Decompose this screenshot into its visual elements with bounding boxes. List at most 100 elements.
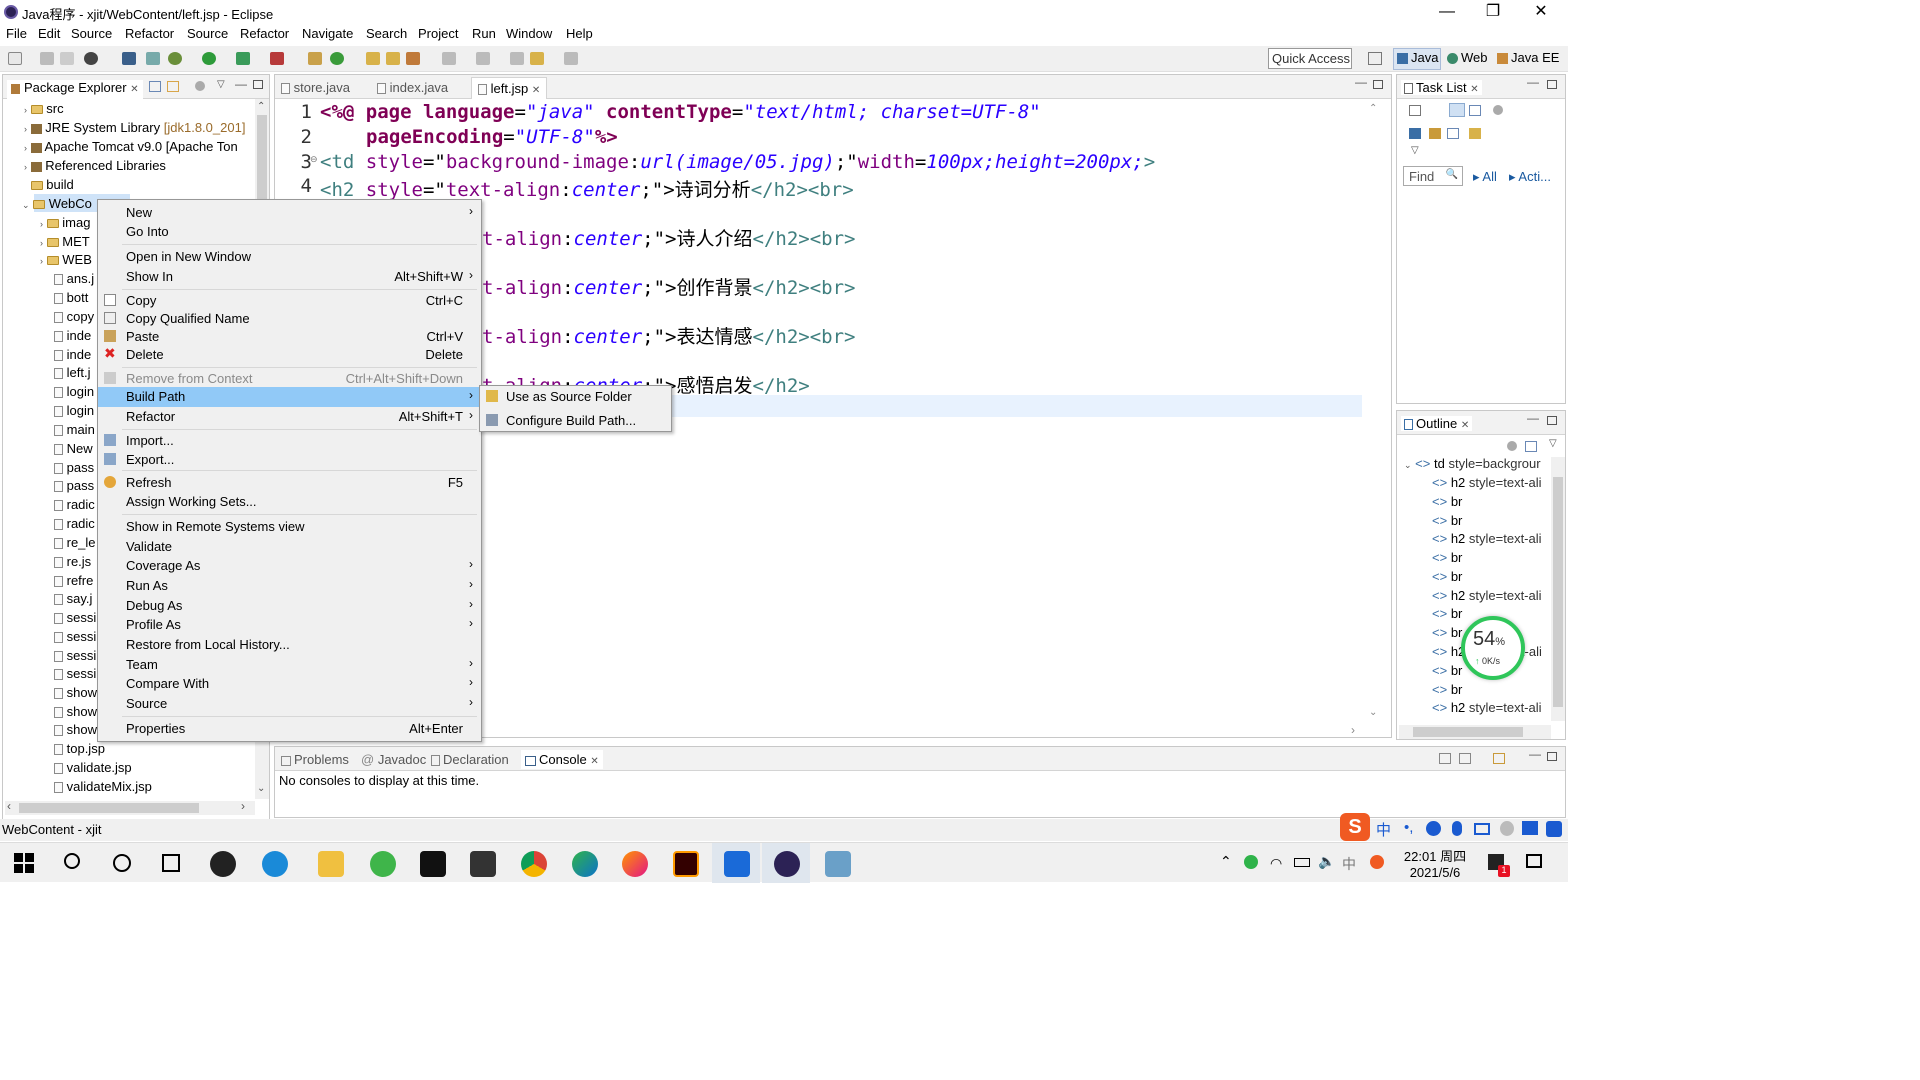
menu-item-run-as[interactable]: Run As › xyxy=(98,576,481,595)
view-menu-icon[interactable]: ▽ xyxy=(217,79,225,90)
menu-navigate[interactable]: Navigate xyxy=(302,26,353,41)
tree-item-file[interactable]: inde xyxy=(54,328,91,343)
edge-legacy-icon[interactable] xyxy=(370,851,396,877)
collapse-all-icon[interactable] xyxy=(1525,441,1537,452)
expand-icon[interactable]: › xyxy=(24,162,27,172)
sogou-ime-icon[interactable]: S xyxy=(1340,813,1370,841)
tree-item-file[interactable]: validateMix.jsp xyxy=(54,779,152,794)
outline-item[interactable]: <> br xyxy=(1432,494,1462,509)
ime-language[interactable]: 中 xyxy=(1376,819,1391,840)
menu-help[interactable]: Help xyxy=(566,26,593,41)
tab-console[interactable]: Console ✕ xyxy=(521,750,603,769)
outline-item[interactable]: <> br xyxy=(1432,663,1462,678)
ime-user-icon[interactable] xyxy=(1500,821,1514,836)
close-tab-icon[interactable]: ✕ xyxy=(1470,84,1478,95)
open-type-icon[interactable] xyxy=(366,52,380,65)
code-line-4[interactable]: <h2 style="text-align:center;">诗词分析</h2>… xyxy=(320,175,854,202)
link-editor-icon[interactable] xyxy=(167,81,179,92)
view-filters-icon[interactable] xyxy=(195,81,205,91)
tree-item-file[interactable]: New xyxy=(54,441,93,456)
battery-icon[interactable] xyxy=(1294,858,1310,867)
tree-hscroll-thumb[interactable] xyxy=(19,803,199,813)
tree-item-file[interactable]: copy xyxy=(54,309,94,324)
tree-item-file[interactable]: say.j xyxy=(54,591,92,606)
outline-item[interactable]: <> h2 style=text-ali xyxy=(1432,531,1542,546)
menu-item-delete[interactable]: ✖ Delete Delete xyxy=(98,345,481,364)
menu-item-paste[interactable]: Paste Ctrl+V xyxy=(98,327,481,346)
outline-item[interactable]: <> h2 style=text-ali xyxy=(1432,700,1542,715)
run-icon[interactable] xyxy=(202,52,216,65)
scroll-down-icon[interactable]: ⌄ xyxy=(1369,707,1377,718)
tree-item-file[interactable]: re.js xyxy=(54,554,91,569)
clock[interactable]: 22:01 周四 2021/5/6 xyxy=(1400,846,1470,880)
tree-item-file[interactable]: sessi xyxy=(54,629,96,644)
menu-item-open-new-window[interactable]: Open in New Window xyxy=(98,247,481,266)
view-menu-icon[interactable]: ▽ xyxy=(1549,438,1557,449)
tree-item-file[interactable]: pass xyxy=(54,478,94,493)
tree-item-file[interactable]: sessi xyxy=(54,648,96,663)
collapse-tasks-icon[interactable] xyxy=(1447,128,1459,139)
camera-icon[interactable] xyxy=(470,851,496,877)
scroll-right-icon[interactable]: › xyxy=(1351,723,1355,737)
maximize-view-icon[interactable] xyxy=(1547,416,1557,425)
fold-icon[interactable]: ⊖ xyxy=(310,154,318,165)
expand-icon[interactable]: › xyxy=(40,238,43,248)
wifi-icon[interactable]: ◠ xyxy=(1270,855,1282,872)
volume-icon[interactable]: 🔈 xyxy=(1318,853,1335,870)
menu-item-profile-as[interactable]: Profile As › xyxy=(98,615,481,634)
ime-voice-icon[interactable] xyxy=(1452,821,1462,836)
menu-item-restore-local-history[interactable]: Restore from Local History... xyxy=(98,635,481,654)
search-icon[interactable] xyxy=(64,853,80,869)
code-line-partial[interactable]: t-align:center;">诗人介绍</h2><br> xyxy=(482,224,855,251)
edge-icon[interactable] xyxy=(572,851,598,877)
task-filter-acti[interactable]: ▸ Acti... xyxy=(1509,169,1551,185)
code-line-partial[interactable]: t-align:center;">表达情感</h2><br> xyxy=(482,322,855,349)
chrome-icon[interactable] xyxy=(521,851,547,877)
save-all-icon[interactable] xyxy=(60,52,74,65)
menu-item-assign-working-sets[interactable]: Assign Working Sets... xyxy=(98,492,481,511)
app-icon[interactable] xyxy=(825,851,851,877)
scroll-right-icon[interactable]: › xyxy=(241,799,245,813)
profile-icon[interactable] xyxy=(84,52,98,65)
menu-item-validate[interactable]: Validate xyxy=(98,537,481,556)
tree-item-file[interactable]: login xyxy=(54,403,94,418)
menu-refactor-2[interactable]: Refactor xyxy=(240,26,289,41)
outline-item[interactable]: <> br xyxy=(1432,606,1462,621)
new-icon[interactable] xyxy=(8,52,22,65)
menu-item-properties[interactable]: Properties Alt+Enter xyxy=(98,719,481,738)
minimize-view-icon[interactable]: — xyxy=(1529,747,1541,761)
ime-emoji-icon[interactable] xyxy=(1426,821,1441,836)
tree-item-file[interactable]: show xyxy=(54,704,97,719)
tab-javadoc[interactable]: @ Javadoc xyxy=(361,752,426,767)
skip-breakpoints-icon[interactable] xyxy=(146,52,160,65)
coverage-icon[interactable] xyxy=(236,52,250,65)
tree-item-file[interactable]: login xyxy=(54,384,94,399)
close-tab-icon[interactable]: ✕ xyxy=(1461,420,1469,431)
find-input[interactable]: Find 🔍 xyxy=(1403,166,1463,186)
file-explorer-icon[interactable] xyxy=(318,851,344,877)
tree-item-referenced-libraries[interactable]: › Referenced Libraries xyxy=(24,158,166,173)
illustrator-icon[interactable] xyxy=(673,851,699,877)
view-menu-icon[interactable]: ▽ xyxy=(1411,145,1419,156)
quick-access-input[interactable]: Quick Access xyxy=(1268,48,1352,69)
display-console-icon[interactable] xyxy=(1439,753,1451,764)
focus-icon[interactable] xyxy=(1429,128,1441,139)
close-button[interactable]: ✕ xyxy=(1518,0,1564,24)
menu-item-new[interactable]: New › xyxy=(98,203,481,222)
start-icon[interactable] xyxy=(14,853,34,873)
tree-item-file[interactable]: re_le xyxy=(54,535,96,550)
menu-item-copy-qualified-name[interactable]: Copy Qualified Name xyxy=(98,309,481,328)
task-view-icon[interactable] xyxy=(162,854,180,872)
tree-item-tomcat[interactable]: › Apache Tomcat v9.0 [Apache Ton xyxy=(24,139,238,154)
outline-tab[interactable]: Outline ✕ xyxy=(1401,416,1473,431)
tree-item-folder[interactable]: › imag xyxy=(40,215,90,230)
tree-item-src[interactable]: › src xyxy=(24,101,64,116)
new-class-icon[interactable] xyxy=(330,52,344,65)
outline-item[interactable]: <> br xyxy=(1432,513,1462,528)
menu-run[interactable]: Run xyxy=(472,26,496,41)
expand-icon[interactable]: › xyxy=(40,256,43,266)
tree-item-file[interactable]: refre xyxy=(54,573,93,588)
menu-item-go-into[interactable]: Go Into xyxy=(98,222,481,241)
menu-item-coverage-as[interactable]: Coverage As › xyxy=(98,556,481,575)
collapse-icon[interactable]: ⌄ xyxy=(22,200,30,210)
